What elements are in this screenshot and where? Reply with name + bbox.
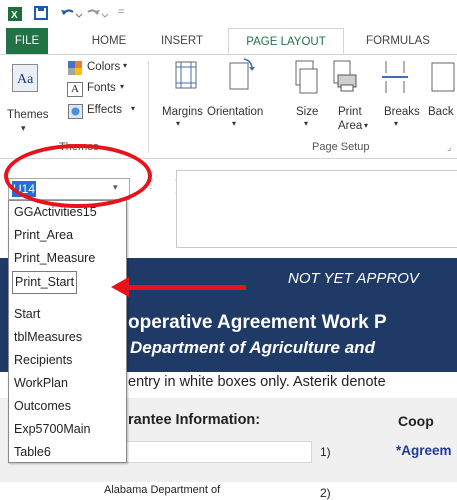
name-list-item[interactable]: Print_Area xyxy=(14,225,73,246)
svg-text:Aa: Aa xyxy=(17,72,34,87)
page-setup-group-label: Page Setup xyxy=(312,141,370,153)
orientation-chevron-icon[interactable]: ▾ xyxy=(232,119,236,128)
annotation-arrow-head-icon xyxy=(111,277,129,297)
colors-button[interactable]: Colors xyxy=(87,61,120,73)
customize-toolbar-icon[interactable]: = xyxy=(118,6,124,18)
margins-chevron-icon[interactable]: ▾ xyxy=(176,119,180,128)
tab-home[interactable]: HOME xyxy=(80,28,138,54)
grantee-row-2 xyxy=(0,482,457,495)
name-list-item[interactable]: Table6 xyxy=(14,442,51,463)
dialog-launcher-icon[interactable]: ⌟ xyxy=(447,142,451,153)
name-list-item[interactable]: Print_Measure xyxy=(14,248,95,269)
excel-logo-icon: X xyxy=(8,6,24,25)
print-area-chevron-icon[interactable]: ▾ xyxy=(364,121,368,130)
effects-icon[interactable] xyxy=(68,104,83,119)
fonts-icon[interactable]: A xyxy=(67,82,83,97)
background-button[interactable]: Back xyxy=(428,106,454,118)
margins-icon[interactable] xyxy=(172,58,204,97)
size-chevron-icon[interactable]: ▾ xyxy=(304,119,308,128)
save-icon[interactable] xyxy=(34,6,49,24)
annotation-arrow-shaft xyxy=(128,285,246,290)
title-line-2: Department of Agriculture and xyxy=(130,338,375,357)
name-list-item[interactable]: WorkPlan xyxy=(14,373,68,394)
background-icon[interactable] xyxy=(430,61,457,96)
tab-page-layout[interactable]: PAGE LAYOUT xyxy=(228,28,344,54)
alabama-dept-text: Alabama Department of xyxy=(104,484,221,496)
name-list-dropdown[interactable]: GGActivities15 Print_Area Print_Measure … xyxy=(8,200,127,463)
breaks-chevron-icon[interactable]: ▾ xyxy=(394,119,398,128)
agreement-label: *Agreem xyxy=(396,443,452,458)
name-list-item[interactable]: tblMeasures xyxy=(14,327,82,348)
tab-formulas[interactable]: FORMULAS xyxy=(358,28,438,54)
grantee-info-label: rantee Information: xyxy=(128,412,261,428)
breaks-button[interactable]: Breaks xyxy=(384,106,420,118)
redo-icon[interactable] xyxy=(86,6,109,24)
formula-input[interactable] xyxy=(176,170,457,248)
name-list-item-selected[interactable]: Print_Start xyxy=(12,271,78,294)
name-list-item[interactable]: Recipients xyxy=(14,350,72,371)
svg-text:X: X xyxy=(11,10,18,21)
not-yet-approved-text: NOT YET APPROV xyxy=(288,270,419,287)
coop-label: Coop xyxy=(398,413,434,429)
instructions-text: entry in white boxes only. Asterik denot… xyxy=(128,374,386,390)
name-list-item[interactable]: Exp5700Main xyxy=(14,419,90,440)
tab-file[interactable]: FILE xyxy=(6,28,48,54)
colors-icon[interactable] xyxy=(68,61,82,75)
effects-chevron-icon[interactable]: ▾ xyxy=(131,104,135,113)
orientation-button[interactable]: Orientation xyxy=(207,106,263,118)
annotation-circle xyxy=(4,144,152,208)
print-area-icon[interactable] xyxy=(330,59,360,98)
row-1-number: 1) xyxy=(320,445,331,459)
colors-chevron-icon[interactable]: ▾ xyxy=(123,61,127,70)
themes-chevron-icon[interactable]: ▾ xyxy=(21,123,26,134)
row-2-number: 2) xyxy=(320,486,331,500)
size-icon[interactable] xyxy=(292,59,320,98)
themes-icon[interactable]: Aa xyxy=(12,64,38,92)
tab-insert[interactable]: INSERT xyxy=(152,28,212,54)
quick-access-toolbar: X = xyxy=(0,0,457,28)
breaks-icon[interactable] xyxy=(380,59,410,98)
fonts-chevron-icon[interactable]: ▾ xyxy=(120,82,124,91)
ribbon-tabs: FILE HOME INSERT PAGE LAYOUT FORMULAS xyxy=(0,28,457,55)
group-divider xyxy=(148,61,149,153)
print-area-button-line2[interactable]: Area xyxy=(338,120,362,132)
margins-button[interactable]: Margins xyxy=(162,106,203,118)
undo-icon[interactable] xyxy=(60,6,83,24)
name-list-item[interactable]: Start xyxy=(14,304,40,325)
size-button[interactable]: Size xyxy=(296,106,318,118)
orientation-icon[interactable] xyxy=(224,57,258,98)
title-line-1: operative Agreement Work P xyxy=(128,312,387,333)
grantee-input-1[interactable] xyxy=(120,441,312,463)
name-list-item[interactable]: Outcomes xyxy=(14,396,71,417)
effects-button[interactable]: Effects xyxy=(87,104,122,116)
print-area-button[interactable]: Print xyxy=(338,106,362,118)
fonts-button[interactable]: Fonts xyxy=(87,82,116,94)
themes-button-label[interactable]: Themes xyxy=(7,109,49,121)
